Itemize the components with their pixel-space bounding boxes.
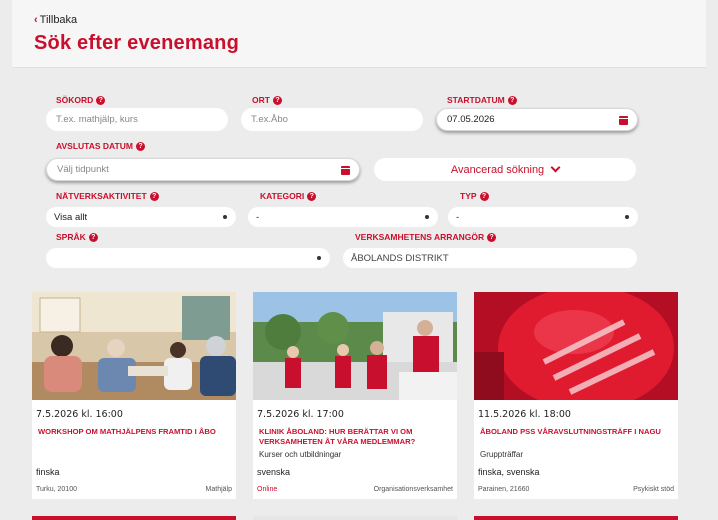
dropdown-icon (625, 215, 629, 219)
keyword-input[interactable]: T.ex. mathjälp, kurs (46, 108, 228, 131)
info-icon[interactable]: ? (149, 191, 159, 201)
category-label: KATEGORI? (260, 191, 317, 201)
next-card-peek (474, 516, 678, 520)
chevron-down-icon (550, 162, 561, 173)
event-language: finska, svenska (478, 467, 540, 477)
info-icon[interactable]: ? (88, 232, 98, 242)
event-title[interactable]: ÅBOLAND PSS VÅRAVSLUTNINGSTRÄFF I NAGU (480, 427, 672, 437)
event-language: svenska (257, 467, 291, 477)
start-date-value: 07.05.2026 (447, 114, 495, 125)
event-tag: Psykiskt stöd (633, 486, 674, 493)
organizer-input[interactable]: ÅBOLANDS DISTRIKT (343, 248, 637, 268)
event-place: Online (257, 486, 278, 493)
network-activity-select[interactable]: Visa allt (46, 207, 236, 227)
back-label: Tillbaka (39, 14, 78, 26)
start-date-label: STARTDATUM? (447, 95, 517, 105)
advanced-search-button[interactable]: Avancerad sökning (374, 158, 636, 181)
info-icon[interactable]: ? (272, 95, 282, 105)
page-header: ‹ Tillbaka Sök efter evenemang (12, 0, 706, 68)
event-place: Turku, 20100 (36, 486, 77, 493)
event-date: 7.5.2026 kl. 17:00 (257, 409, 344, 420)
dropdown-icon (223, 215, 227, 219)
event-image (253, 292, 457, 400)
keyword-label: SÖKORD? (56, 95, 106, 105)
info-icon[interactable]: ? (135, 141, 145, 151)
end-date-input[interactable]: Välj tidpunkt (46, 158, 360, 181)
event-category: Gruppträffar (480, 450, 523, 459)
event-card[interactable]: 7.5.2026 kl. 16:00 WORKSHOP OM MATHJÄLPE… (32, 292, 236, 499)
info-icon[interactable]: ? (487, 232, 497, 242)
event-date: 11.5.2026 kl. 18:00 (478, 409, 571, 420)
category-value: - (256, 211, 260, 223)
start-date-input[interactable]: 07.05.2026 (436, 108, 638, 131)
end-date-placeholder: Välj tidpunkt (57, 164, 109, 175)
event-language: finska (36, 467, 60, 477)
type-select[interactable]: - (448, 207, 638, 227)
event-category: Kurser och utbildningar (259, 450, 342, 459)
chevron-left-icon: ‹ (34, 14, 38, 26)
calendar-icon[interactable] (341, 166, 350, 175)
event-tag: Mathjälp (205, 486, 232, 493)
back-link[interactable]: ‹ Tillbaka (34, 14, 77, 26)
event-image (32, 292, 236, 400)
event-title[interactable]: KLINIK ÅBOLAND: HUR BERÄTTAR VI OM VERKS… (259, 427, 451, 447)
language-select[interactable] (46, 248, 330, 268)
place-input[interactable]: T.ex.Åbo (241, 108, 423, 131)
event-card[interactable]: 11.5.2026 kl. 18:00 ÅBOLAND PSS VÅRAVSLU… (474, 292, 678, 499)
dropdown-icon (425, 215, 429, 219)
type-label: TYP? (460, 191, 489, 201)
next-card-peek (253, 516, 457, 520)
advanced-search-label: Avancerad sökning (450, 163, 545, 176)
event-title[interactable]: WORKSHOP OM MATHJÄLPENS FRAMTID I ÅBO (38, 427, 230, 437)
next-card-peek (32, 516, 236, 520)
place-label: ORT? (252, 95, 282, 105)
calendar-icon[interactable] (619, 116, 628, 125)
event-tag: Organisationsverksamhet (373, 486, 453, 493)
info-icon[interactable]: ? (307, 191, 317, 201)
info-icon[interactable]: ? (96, 95, 106, 105)
event-card[interactable]: 7.5.2026 kl. 17:00 KLINIK ÅBOLAND: HUR B… (253, 292, 457, 499)
end-date-label: AVSLUTAS DATUM? (56, 141, 145, 151)
category-select[interactable]: - (248, 207, 438, 227)
event-date: 7.5.2026 kl. 16:00 (36, 409, 123, 420)
network-activity-value: Visa allt (54, 211, 88, 223)
info-icon[interactable]: ? (479, 191, 489, 201)
network-activity-label: NÄTVERKSAKTIVITET? (56, 191, 159, 201)
page-title: Sök efter evenemang (34, 32, 239, 54)
info-icon[interactable]: ? (507, 95, 517, 105)
dropdown-icon (317, 256, 321, 260)
language-label: SPRÅK? (56, 232, 98, 242)
organizer-label: VERKSAMHETENS ARRANGÖR? (355, 232, 497, 242)
event-image (474, 292, 678, 400)
event-place: Parainen, 21660 (478, 486, 530, 493)
type-value: - (456, 211, 460, 223)
